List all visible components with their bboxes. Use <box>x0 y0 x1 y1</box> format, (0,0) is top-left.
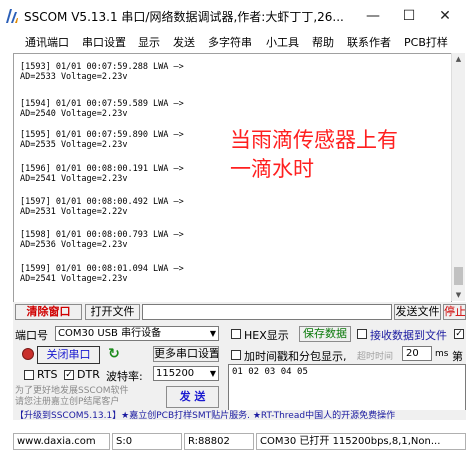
log-entry: [1595] 01/01 00:07:59.890 LWA —> AD=2535… <box>20 130 184 150</box>
baud-rate-value: 115200 <box>156 368 195 379</box>
dtr-checkbox[interactable]: ✓ <box>64 370 74 380</box>
window-title: SSCOM V5.13.1 串口/网络数据调试器,作者:大虾丁丁,26... <box>24 10 344 24</box>
scroll-thumb[interactable] <box>454 267 463 285</box>
log-entry: [1594] 01/01 00:07:59.589 LWA —> AD=2540… <box>20 99 184 119</box>
chevron-down-icon: ▼ <box>209 369 216 378</box>
send-file-button[interactable]: 发送文件 <box>394 304 441 320</box>
chevron-down-icon: ▼ <box>209 329 216 338</box>
port-select[interactable]: COM30 USB 串行设备 ▼ <box>55 326 219 341</box>
save-data-button[interactable]: 保存数据 <box>299 326 351 342</box>
dtr-label: DTR <box>77 368 100 381</box>
menu-help[interactable]: 帮助 <box>312 34 334 50</box>
nth-label: 第 <box>452 350 463 363</box>
refresh-icon[interactable]: ↻ <box>106 346 122 362</box>
timeout-input[interactable]: 20 <box>402 346 432 361</box>
menu-contact-author[interactable]: 联系作者 <box>347 34 391 50</box>
menu-comm-port[interactable]: 通讯端口 <box>25 34 69 50</box>
status-website[interactable]: www.daxia.com <box>13 433 110 450</box>
maximize-button[interactable]: ☐ <box>392 4 426 28</box>
title-bar: SSCOM V5.13.1 串口/网络数据调试器,作者:大虾丁丁,26... —… <box>0 0 466 32</box>
log-entry: [1596] 01/01 00:08:00.191 LWA —> AD=2541… <box>20 164 184 184</box>
status-received-count: R:88802 <box>184 433 254 450</box>
menu-send[interactable]: 发送 <box>173 34 195 50</box>
recv-to-file-label: 接收数据到文件 <box>370 329 447 342</box>
recv-to-file-checkbox[interactable] <box>357 329 367 339</box>
clear-window-button[interactable]: 清除窗口 <box>15 304 82 320</box>
status-bar: www.daxia.com S:0 R:88802 COM30 已打开 1152… <box>13 420 466 453</box>
menu-display[interactable]: 显示 <box>138 34 160 50</box>
send-button[interactable]: 发 送 <box>166 386 219 408</box>
scroll-down-icon[interactable]: ▼ <box>452 289 465 301</box>
file-path-input[interactable] <box>142 304 392 320</box>
promo-text: 为了更好地发展SSCOM软件 请您注册嘉立创P结尾客户 <box>15 386 129 408</box>
rts-label: RTS <box>37 368 58 381</box>
timeout-label: 超时时间 <box>357 352 394 362</box>
promo-line-2: 请您注册嘉立创P结尾客户 <box>15 397 120 407</box>
menu-bar: 通讯端口 串口设置 显示 发送 多字符串 小工具 帮助 联系作者 PCB打样 <box>0 32 466 52</box>
control-panel: 清除窗口 打开文件 发送文件 停止 端口号 COM30 USB 串行设备 ▼ HE… <box>13 302 466 420</box>
promo-line-1: 为了更好地发展SSCOM软件 <box>15 386 129 396</box>
more-serial-settings-button[interactable]: 更多串口设置 <box>153 346 219 362</box>
stop-button[interactable]: 停止 <box>443 304 466 320</box>
hex-display-checkbox[interactable] <box>231 329 241 339</box>
menu-pcb[interactable]: PCB打样 <box>404 34 448 50</box>
annotation-line-2: 一滴水时 <box>230 157 314 181</box>
menu-tools[interactable]: 小工具 <box>266 34 299 50</box>
rts-checkbox[interactable] <box>24 370 34 380</box>
open-file-button[interactable]: 打开文件 <box>85 304 140 320</box>
vertical-scrollbar[interactable]: ▲ ▼ <box>451 53 465 301</box>
port-label: 端口号 <box>15 329 48 342</box>
log-entry: [1599] 01/01 00:08:01.094 LWA —> AD=2541… <box>20 264 184 284</box>
timestamp-checkbox[interactable] <box>231 350 241 360</box>
timeout-unit: ms <box>435 349 449 359</box>
log-entry: [1597] 01/01 00:08:00.492 LWA —> AD=2531… <box>20 197 184 217</box>
scroll-up-icon[interactable]: ▲ <box>452 53 465 65</box>
port-status-indicator-icon <box>22 348 34 360</box>
annotation-line-1: 当雨滴传感器上有 <box>230 128 398 152</box>
menu-multi-string[interactable]: 多字符串 <box>208 34 252 50</box>
log-entry: [1593] 01/01 00:07:59.288 LWA —> AD=2533… <box>20 62 184 82</box>
baud-label: 波特率: <box>106 370 143 383</box>
status-sent-count: S:0 <box>112 433 182 450</box>
baud-rate-select[interactable]: 115200 ▼ <box>153 366 219 381</box>
log-entry: [1598] 01/01 00:08:00.793 LWA —> AD=2536… <box>20 230 184 250</box>
menu-serial-settings[interactable]: 串口设置 <box>82 34 126 50</box>
port-value: COM30 USB 串行设备 <box>58 328 162 339</box>
status-port-state: COM30 已打开 115200bps,8,1,Non... <box>256 433 466 450</box>
extra-checkbox[interactable]: ✓ <box>454 329 464 339</box>
minimize-button[interactable]: — <box>356 4 390 28</box>
close-port-button[interactable]: 关闭串口 <box>37 346 100 364</box>
hex-display-label: HEX显示 <box>244 329 289 342</box>
close-button[interactable]: ✕ <box>428 4 462 28</box>
app-icon <box>6 9 18 23</box>
timestamp-label: 加时间戳和分包显示, <box>244 350 347 363</box>
